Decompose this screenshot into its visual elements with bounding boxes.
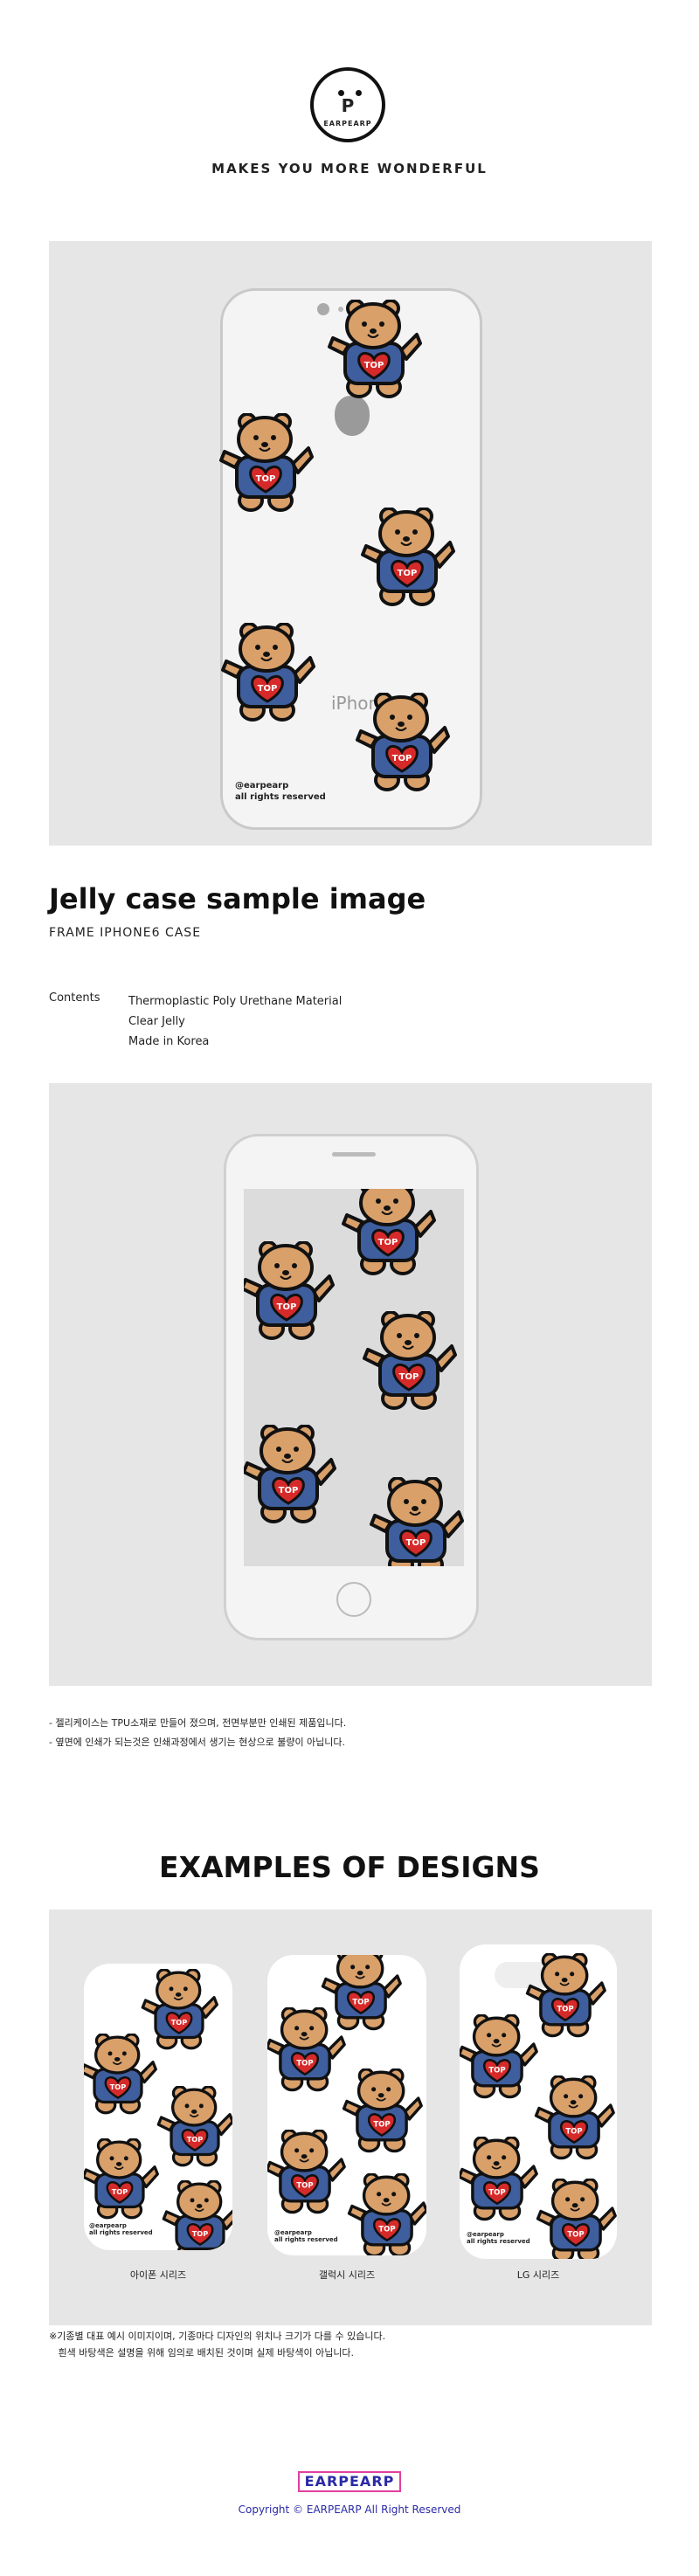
example-label-iphone: 아이폰 시리즈	[129, 2269, 187, 2281]
bear-illustration-17	[267, 2007, 346, 2093]
examples-title: EXAMPLES OF DESIGNS	[159, 1850, 540, 1884]
bear-illustration-8	[361, 1311, 457, 1412]
clear-case-phone: iPhone @earpearp all rights reserved	[220, 288, 482, 830]
bear-illustration-18	[341, 2068, 423, 2154]
bear-illustration-15	[161, 2180, 232, 2250]
footer-brand: EARPEARP	[298, 2471, 401, 2492]
card-credit-line1: @earpearp	[89, 2222, 127, 2229]
contents-label: Contents	[49, 991, 100, 1005]
card-credit: @earpearp all rights reserved	[89, 2222, 153, 2236]
apple-logo-icon	[335, 396, 370, 436]
bear-illustration-6	[340, 1189, 436, 1277]
card-credit: @earpearp all rights reserved	[467, 2231, 530, 2245]
bear-illustration-5	[354, 693, 450, 793]
card-credit-line1: @earpearp	[274, 2229, 312, 2236]
note-line: - 옆면에 인쇄가 되는것은 인쇄과정에서 생기는 현상으로 불량이 아닙니다.	[49, 1737, 346, 1748]
logo-letter: P	[341, 95, 355, 116]
bear-illustration-22	[460, 2014, 538, 2100]
card-credit-line2: all rights reserved	[89, 2229, 153, 2236]
home-button	[336, 1582, 371, 1617]
bear-illustration-25	[535, 2179, 617, 2259]
product-notes: - 젤리케이스는 TPU소재로 만들어 졌으며, 전면부분만 인쇄된 제품입니다…	[49, 1714, 346, 1752]
bear-illustration-9	[244, 1425, 336, 1525]
brand-logo: P EARPEARP	[310, 67, 385, 142]
brand-tagline: MAKES YOU MORE WONDERFUL	[211, 161, 488, 176]
case-photo-panel: iPhone @earpearp all rights reserved	[49, 241, 652, 846]
contents-item: Clear Jelly	[128, 1015, 185, 1028]
case-credit: @earpearp all rights reserved	[235, 780, 326, 803]
front-phone	[224, 1134, 479, 1640]
example-card-lg: @earpearp all rights reserved	[460, 1944, 617, 2259]
bear-illustration-12	[84, 2034, 157, 2116]
card-credit: @earpearp all rights reserved	[274, 2229, 338, 2243]
bear-illustration-20	[346, 2173, 426, 2255]
bear-illustration-13	[156, 2086, 232, 2168]
bear-illustration-19	[267, 2130, 346, 2215]
examples-footnote: ※기종별 대표 예시 이미지이며, 기종마다 디자인의 위치나 크기가 다를 수…	[49, 2328, 385, 2361]
example-label-lg: LG 시리즈	[516, 2269, 560, 2281]
speaker-icon	[332, 1152, 376, 1157]
logo-word: EARPEARP	[323, 120, 372, 128]
case-credit-line2: all rights reserved	[235, 792, 326, 802]
copyright: Copyright © EARPEARP All Right Reserved	[238, 2503, 461, 2516]
product-title: Jelly case sample image	[49, 882, 426, 915]
contents-list: Thermoplastic Poly Urethane Material Cle…	[128, 991, 342, 1052]
example-label-galaxy: 갤럭시 시리즈	[318, 2269, 376, 2281]
examples-panel: @earpearp all rights reserved 아이폰 시리즈 @e…	[49, 1910, 652, 2325]
footnote-line: ※기종별 대표 예시 이미지이며, 기종마다 디자인의 위치나 크기가 다를 수…	[49, 2331, 386, 2342]
footnote-line: 흰색 바탕색은 설명을 위해 임의로 배치된 것이며 실제 바탕색이 아닙니다.	[49, 2347, 355, 2358]
case-front-panel	[49, 1083, 652, 1686]
example-card-galaxy: @earpearp all rights reserved	[267, 1955, 426, 2255]
product-subtitle: FRAME IPHONE6 CASE	[49, 926, 202, 940]
phone-screen	[244, 1189, 464, 1566]
bear-illustration-10	[368, 1477, 464, 1566]
bear-illustration-2	[218, 413, 314, 514]
bear-illustration-14	[84, 2138, 159, 2220]
card-credit-line2: all rights reserved	[274, 2236, 338, 2243]
bear-illustration-23	[533, 2075, 615, 2161]
bear-illustration-3	[359, 508, 455, 608]
bear-illustration-1	[326, 300, 422, 400]
card-credit-line1: @earpearp	[467, 2231, 504, 2238]
bear-illustration-4	[219, 623, 315, 723]
bear-illustration-24	[460, 2137, 538, 2222]
case-credit-line1: @earpearp	[235, 781, 289, 791]
bear-illustration-7	[244, 1241, 335, 1342]
note-line: - 젤리케이스는 TPU소재로 만들어 졌으며, 전면부분만 인쇄된 제품입니다…	[49, 1717, 347, 1729]
example-card-iphone: @earpearp all rights reserved	[84, 1964, 232, 2250]
contents-item: Made in Korea	[128, 1035, 210, 1048]
card-credit-line2: all rights reserved	[467, 2238, 530, 2245]
contents-item: Thermoplastic Poly Urethane Material	[128, 995, 343, 1008]
